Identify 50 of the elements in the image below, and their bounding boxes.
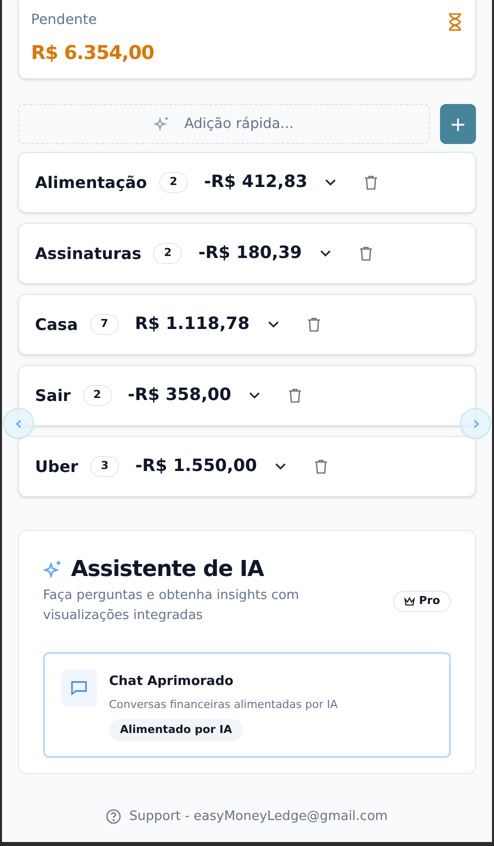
- category-amount: -R$ 412,83: [204, 170, 308, 194]
- chevron-left-icon: [14, 418, 24, 428]
- category-card[interactable]: Sair 2 -R$ 358,00: [18, 365, 476, 426]
- hourglass-icon: [447, 13, 463, 31]
- count-badge: 2: [82, 385, 112, 406]
- chevron-down-icon[interactable]: [325, 179, 336, 186]
- category-card[interactable]: Assinaturas 2 -R$ 180,39: [18, 223, 476, 284]
- category-amount: -R$ 1.550,00: [135, 454, 257, 478]
- category-card[interactable]: Uber 3 -R$ 1.550,00: [18, 436, 476, 497]
- count-badge: 2: [158, 172, 188, 193]
- sparkle-icon: [154, 116, 170, 132]
- chevron-down-icon[interactable]: [274, 463, 286, 470]
- category-card[interactable]: Casa 7 R$ 1.118,78: [18, 294, 476, 355]
- ai-assistant-subtitle: Faça perguntas e obtenha insights com visualizações integradas: [43, 587, 300, 625]
- trash-icon[interactable]: [364, 175, 378, 190]
- sparkle-icon: [43, 560, 63, 580]
- trash-icon[interactable]: [358, 246, 373, 261]
- pro-badge: Pro: [392, 591, 451, 612]
- chevron-down-icon[interactable]: [249, 392, 260, 399]
- category-card[interactable]: Alimentação 2 -R$ 412,83: [18, 152, 476, 213]
- count-badge: 2: [153, 243, 182, 264]
- quick-add-field[interactable]: Adição rápida...: [18, 104, 430, 144]
- feature-card[interactable]: Chat Aprimorado Conversas financeiras alimentadas por IA Alimentado por IA: [43, 652, 451, 758]
- add-button[interactable]: +: [440, 104, 476, 144]
- crown-icon: [404, 596, 415, 606]
- pending-amount: R$ 6.354,00: [31, 41, 154, 66]
- support-link[interactable]: Support - easyMoneyLedge@gmail.com: [129, 807, 388, 826]
- category-amount: -R$ 358,00: [128, 384, 232, 407]
- category-name: Casa: [35, 314, 78, 336]
- help-icon: [106, 809, 122, 824]
- count-badge: 7: [90, 314, 119, 335]
- count-badge: 3: [90, 456, 120, 477]
- category-amount: R$ 1.118,78: [134, 312, 250, 336]
- chat-icon: [61, 670, 97, 706]
- trash-icon[interactable]: [314, 459, 328, 474]
- category-name: Uber: [35, 456, 78, 478]
- quick-add-placeholder: Adição rápida...: [184, 114, 294, 134]
- category-name: Alimentação: [35, 172, 147, 194]
- feature-description: Conversas financeiras alimentadas por IA: [109, 696, 338, 712]
- ai-assistant-title: Assistente de IA: [71, 556, 264, 584]
- category-name: Assinaturas: [35, 242, 142, 264]
- chevron-down-icon[interactable]: [320, 250, 331, 257]
- trash-icon[interactable]: [288, 388, 302, 403]
- feature-tag: Alimentado por IA: [109, 719, 244, 741]
- chevron-down-icon[interactable]: [268, 321, 279, 328]
- pending-label: Pendente: [31, 11, 98, 30]
- feature-title: Chat Aprimorado: [109, 673, 234, 691]
- category-name: Sair: [35, 384, 71, 406]
- category-amount: -R$ 180,39: [198, 242, 302, 265]
- trash-icon[interactable]: [306, 317, 321, 332]
